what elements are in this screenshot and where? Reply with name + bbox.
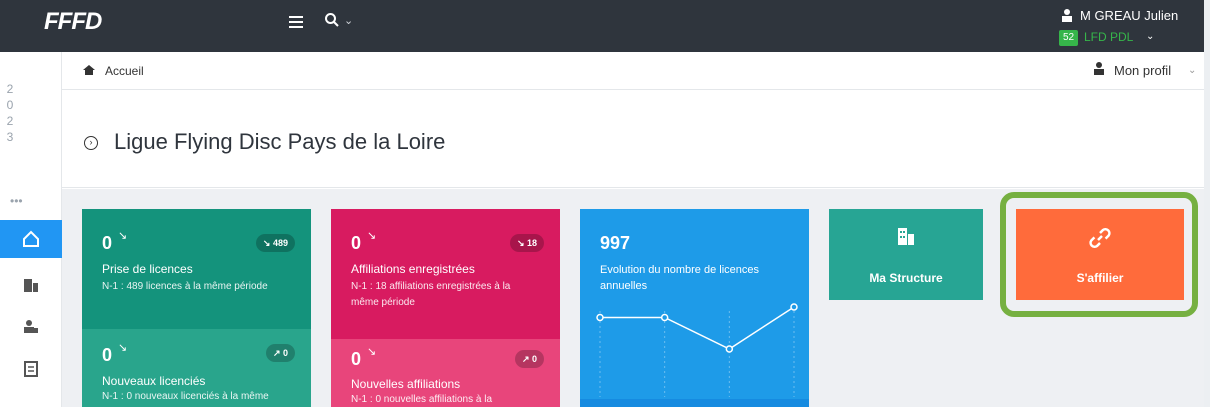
evolution-card[interactable]: 997 Evolution du nombre de licences annu…: [580, 209, 809, 407]
my-structure-label: Ma Structure: [869, 271, 943, 285]
trend-down-icon: ↘: [367, 346, 377, 358]
year-digit: 2: [6, 82, 14, 96]
affiliations-card[interactable]: 0 ↘ ↘ 18 Affiliations enregistrées N-1 :…: [331, 209, 560, 339]
licences-value: 0: [102, 233, 113, 253]
page-header: › Ligue Flying Disc Pays de la Loire: [62, 90, 1204, 188]
home-icon[interactable]: [82, 64, 96, 76]
org-badge: 52: [1059, 30, 1078, 46]
search-chevron-down-icon[interactable]: ⌄: [344, 14, 353, 27]
evolution-line-chart: [580, 303, 809, 407]
affiliations-badge: ↘ 18: [509, 234, 544, 252]
affiliations-sub-2: même période: [351, 297, 415, 308]
licences-badge-value: 489: [272, 238, 288, 248]
brand-logo[interactable]: FFFD: [44, 8, 102, 36]
chart-point[interactable]: [660, 313, 669, 322]
new-affiliations-label: Nouvelles affiliations: [351, 377, 461, 391]
affiliations-label: Affiliations enregistrées: [351, 262, 475, 276]
chevron-right-circle-icon[interactable]: ›: [84, 136, 98, 150]
org-selector[interactable]: LFD PDL: [1084, 30, 1133, 44]
new-affiliations-badge-value: 0: [531, 354, 537, 364]
highlight-frame: [1000, 192, 1198, 317]
my-structure-button[interactable]: Ma Structure: [829, 209, 983, 300]
profile-menu[interactable]: Mon profil: [1114, 63, 1171, 78]
new-affiliations-card[interactable]: 0 ↘ ↗ 0 Nouvelles affiliations N-1 : 0 n…: [331, 339, 560, 407]
user-icon: [1062, 9, 1072, 22]
chevron-down-icon[interactable]: ⌄: [1188, 65, 1196, 76]
more-dots-icon[interactable]: •••: [10, 194, 23, 208]
scrollbar[interactable]: [1204, 0, 1210, 407]
home-icon: [23, 230, 39, 247]
building-icon: [898, 228, 914, 245]
hamburger-menu-icon[interactable]: [289, 16, 303, 30]
evolution-value: 997: [600, 233, 631, 253]
affiliations-sub: N-1 : 18 affiliations enregistrées à la: [351, 281, 511, 292]
evolution-label-2: annuelles: [600, 280, 648, 292]
sidebar-item-home[interactable]: [0, 220, 62, 258]
affiliations-badge-value: 18: [526, 238, 537, 248]
chart-point[interactable]: [725, 345, 734, 353]
search-icon[interactable]: [324, 12, 340, 28]
profile-icon: [1094, 62, 1104, 75]
chart-footer-band: [580, 399, 809, 407]
affiliations-value: 0: [351, 233, 362, 253]
chart-point[interactable]: [790, 303, 798, 311]
licences-card[interactable]: 0 ↘ ↘ 489 Prise de licences N-1 : 489 li…: [82, 209, 311, 329]
licences-badge: ↘ 489: [255, 234, 295, 252]
trend-down-icon: ↘: [118, 342, 128, 354]
year-digit: 3: [6, 130, 14, 144]
licences-sub: N-1 : 489 licences à la même période: [102, 281, 268, 292]
year-digit: 2: [6, 114, 14, 128]
year-digit: 0: [6, 98, 14, 112]
new-licencees-badge: ↗ 0: [265, 344, 295, 362]
new-affiliations-badge: ↗ 0: [514, 350, 544, 368]
chart-series-line: [600, 306, 795, 350]
sidebar-item-users-icon[interactable]: [20, 316, 42, 338]
sidebar: 2 0 2 3 •••: [0, 52, 62, 407]
top-bar: FFFD ⌄ M GREAU Julien 52 LFD PDL ⌄: [0, 0, 1204, 52]
new-licencees-label: Nouveaux licenciés: [102, 374, 206, 388]
new-affiliations-sub: N-1 : 0 nouvelles affiliations à la: [351, 394, 493, 405]
new-licencees-card[interactable]: 0 ↘ ↗ 0 Nouveaux licenciés N-1 : 0 nouve…: [82, 329, 311, 407]
licences-label: Prise de licences: [102, 262, 193, 276]
page-title: Ligue Flying Disc Pays de la Loire: [114, 129, 446, 154]
chart-point[interactable]: [596, 313, 604, 322]
trend-down-icon: ↘: [118, 230, 128, 242]
new-licencees-badge-value: 0: [282, 348, 288, 358]
sidebar-item-document-icon[interactable]: [20, 358, 42, 380]
trend-down-icon: ↘: [367, 230, 377, 242]
evolution-label: Evolution du nombre de licences: [600, 264, 759, 276]
new-licencees-value: 0: [102, 345, 113, 365]
new-affiliations-value: 0: [351, 349, 362, 369]
user-name[interactable]: M GREAU Julien: [1080, 8, 1178, 23]
new-licencees-sub: N-1 : 0 nouveaux licenciés à la même: [102, 391, 269, 402]
breadcrumb: Accueil Mon profil ⌄: [62, 52, 1204, 90]
sidebar-item-building-icon[interactable]: [20, 274, 42, 296]
breadcrumb-home[interactable]: Accueil: [105, 64, 144, 78]
chevron-down-icon[interactable]: ⌄: [1146, 31, 1154, 42]
